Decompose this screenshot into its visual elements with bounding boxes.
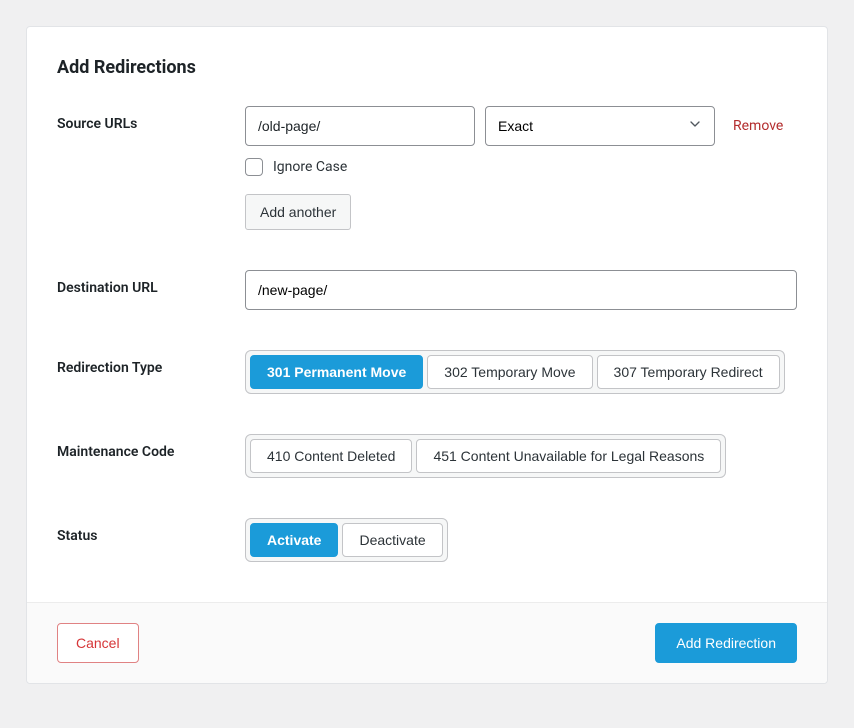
ignore-case-label[interactable]: Ignore Case [273,159,347,175]
remove-source-button[interactable]: Remove [733,118,783,134]
panel-title: Add Redirections [57,57,797,78]
add-redirections-panel: Add Redirections Source URLs Exact Remov… [26,26,828,684]
panel-body: Add Redirections Source URLs Exact Remov… [27,27,827,602]
maintenance-code-label: Maintenance Code [57,434,245,460]
ignore-case-row: Ignore Case [245,158,797,176]
redirection-type-307-button[interactable]: 307 Temporary Redirect [597,355,780,389]
status-deactivate-button[interactable]: Deactivate [342,523,442,557]
source-url-entry: Exact Remove [245,106,797,146]
match-type-select-wrap: Exact [485,106,715,146]
redirection-type-302-button[interactable]: 302 Temporary Move [427,355,592,389]
maintenance-code-controls: 410 Content Deleted 451 Content Unavaila… [245,434,797,478]
maintenance-451-button[interactable]: 451 Content Unavailable for Legal Reason… [416,439,721,473]
redirection-type-group: 301 Permanent Move 302 Temporary Move 30… [245,350,785,394]
status-controls: Activate Deactivate [245,518,797,562]
destination-url-label: Destination URL [57,270,245,296]
destination-url-input[interactable] [245,270,797,310]
add-another-button[interactable]: Add another [245,194,351,230]
redirection-type-row: Redirection Type 301 Permanent Move 302 … [57,350,797,394]
status-activate-button[interactable]: Activate [250,523,338,557]
source-urls-label: Source URLs [57,106,245,132]
maintenance-410-button[interactable]: 410 Content Deleted [250,439,412,473]
source-urls-row: Source URLs Exact Remove [57,106,797,230]
redirection-type-301-button[interactable]: 301 Permanent Move [250,355,423,389]
destination-url-controls [245,270,797,310]
redirection-type-controls: 301 Permanent Move 302 Temporary Move 30… [245,350,797,394]
maintenance-code-row: Maintenance Code 410 Content Deleted 451… [57,434,797,478]
maintenance-code-group: 410 Content Deleted 451 Content Unavaila… [245,434,726,478]
destination-url-row: Destination URL [57,270,797,310]
status-group: Activate Deactivate [245,518,448,562]
match-type-select[interactable]: Exact [485,106,715,146]
status-label: Status [57,518,245,544]
source-urls-controls: Exact Remove Ignore Case Add another [245,106,797,230]
status-row: Status Activate Deactivate [57,518,797,562]
redirection-type-label: Redirection Type [57,350,245,376]
source-url-input[interactable] [245,106,475,146]
panel-footer: Cancel Add Redirection [27,602,827,683]
add-redirection-button[interactable]: Add Redirection [655,623,797,663]
ignore-case-checkbox[interactable] [245,158,263,176]
cancel-button[interactable]: Cancel [57,623,139,663]
